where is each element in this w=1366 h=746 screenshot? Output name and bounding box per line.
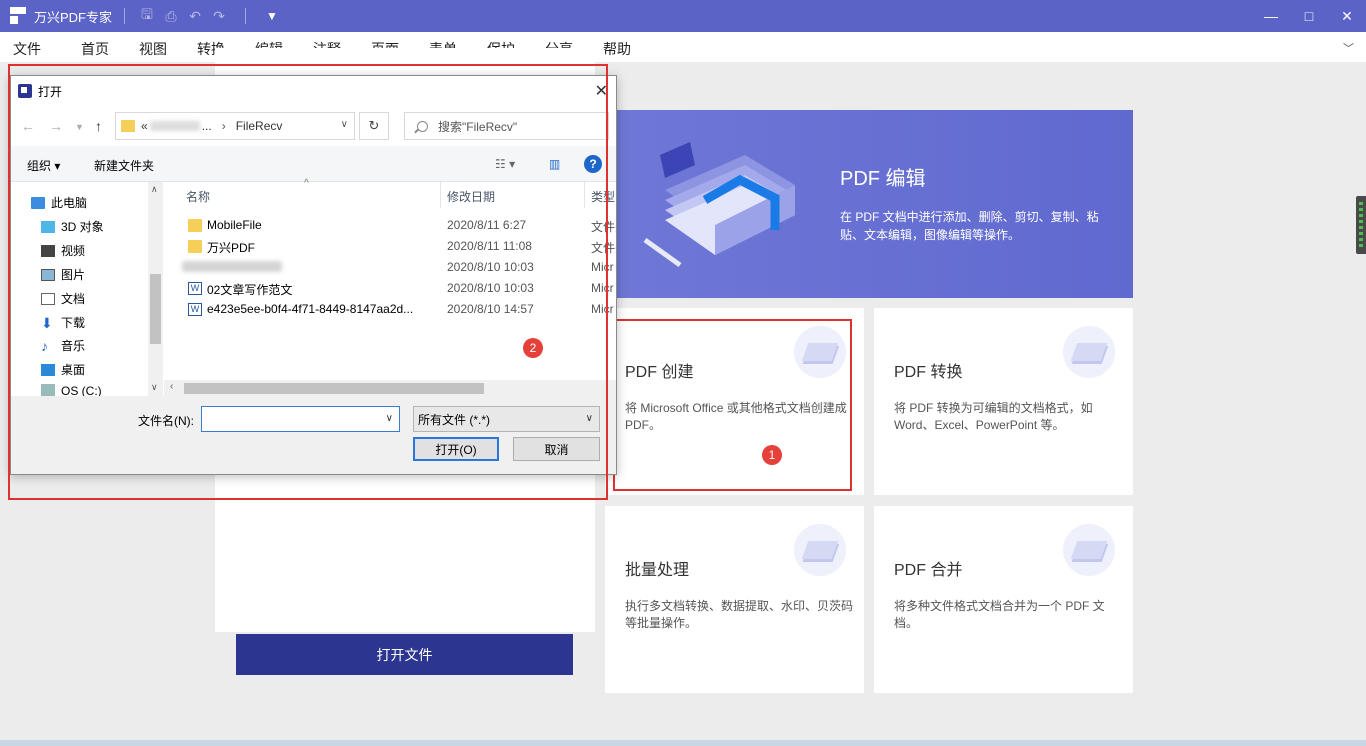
pdf-edit-desc: 在 PDF 文档中进行添加、删除、剪切、复制、粘贴、文本编辑，图像编辑等操作。 <box>840 210 1099 242</box>
highlight-box-dialog <box>8 64 608 500</box>
menu-file[interactable]: 文件 <box>13 39 41 59</box>
quick-access-dropdown-icon[interactable]: ▼ <box>266 9 278 23</box>
menu-bar: 文件 首页 视图 转换 编辑 注释 页面 表单 保护 分享 帮助 ﹀ <box>0 32 1366 62</box>
pdf-edit-card[interactable]: PDF 编辑 在 PDF 文档中进行添加、删除、剪切、复制、粘贴、文本编辑，图像… <box>605 110 1133 298</box>
batch-process-title: 批量处理 <box>625 562 690 579</box>
print-icon[interactable]: ⎙ <box>161 6 181 26</box>
taskbar <box>0 740 1366 746</box>
pdf-edit-illustration-icon <box>643 142 795 268</box>
maximize-button[interactable]: □ <box>1290 0 1328 32</box>
window-controls: — □ ✕ <box>1252 0 1366 32</box>
highlight-box-create <box>613 319 852 491</box>
close-button[interactable]: ✕ <box>1328 0 1366 32</box>
app-logo-icon <box>10 7 28 25</box>
batch-process-card[interactable]: 批量处理 执行多文档转换、数据提取、水印、贝茨码等批量操作。 <box>605 506 864 693</box>
pdf-convert-icon <box>1063 326 1115 378</box>
pdf-merge-icon <box>1063 524 1115 576</box>
pdf-convert-title: PDF 转换 <box>894 364 963 381</box>
minimize-button[interactable]: — <box>1252 0 1290 32</box>
menu-view[interactable]: 视图 <box>139 39 167 59</box>
pdf-merge-card[interactable]: PDF 合并 将多种文件格式文档合并为一个 PDF 文档。 <box>874 506 1133 693</box>
app-title: 万兴PDF专家 <box>34 9 113 25</box>
step-badge-2: 2 <box>523 338 543 358</box>
divider <box>245 8 247 24</box>
redo-icon[interactable]: ↷ <box>209 6 229 26</box>
menu-home[interactable]: 首页 <box>81 39 109 59</box>
save-icon[interactable]: 🖫 <box>137 6 157 26</box>
batch-process-icon <box>794 524 846 576</box>
title-bar: 万兴PDF专家 🖫 ⎙ ↶ ↷ ▼ — □ ✕ <box>0 0 1366 32</box>
pdf-convert-card[interactable]: PDF 转换 将 PDF 转换为可编辑的文档格式，如 Word、Excel、Po… <box>874 308 1133 495</box>
step-badge-1: 1 <box>762 445 782 465</box>
pdf-merge-title: PDF 合并 <box>894 562 963 579</box>
ribbon-collapse-icon[interactable]: ﹀ <box>1343 40 1354 56</box>
open-file-button[interactable]: 打开文件 <box>236 634 573 675</box>
undo-icon[interactable]: ↶ <box>185 6 205 26</box>
divider <box>124 8 126 24</box>
pdf-edit-title: PDF 编辑 <box>840 168 926 190</box>
pdf-merge-desc: 将多种文件格式文档合并为一个 PDF 文档。 <box>894 599 1105 630</box>
batch-process-desc: 执行多文档转换、数据提取、水印、贝茨码等批量操作。 <box>625 599 854 630</box>
side-indicator <box>1356 196 1366 254</box>
pdf-convert-desc: 将 PDF 转换为可编辑的文档格式，如 Word、Excel、PowerPoin… <box>894 401 1093 432</box>
menu-help[interactable]: 帮助 <box>603 39 631 59</box>
